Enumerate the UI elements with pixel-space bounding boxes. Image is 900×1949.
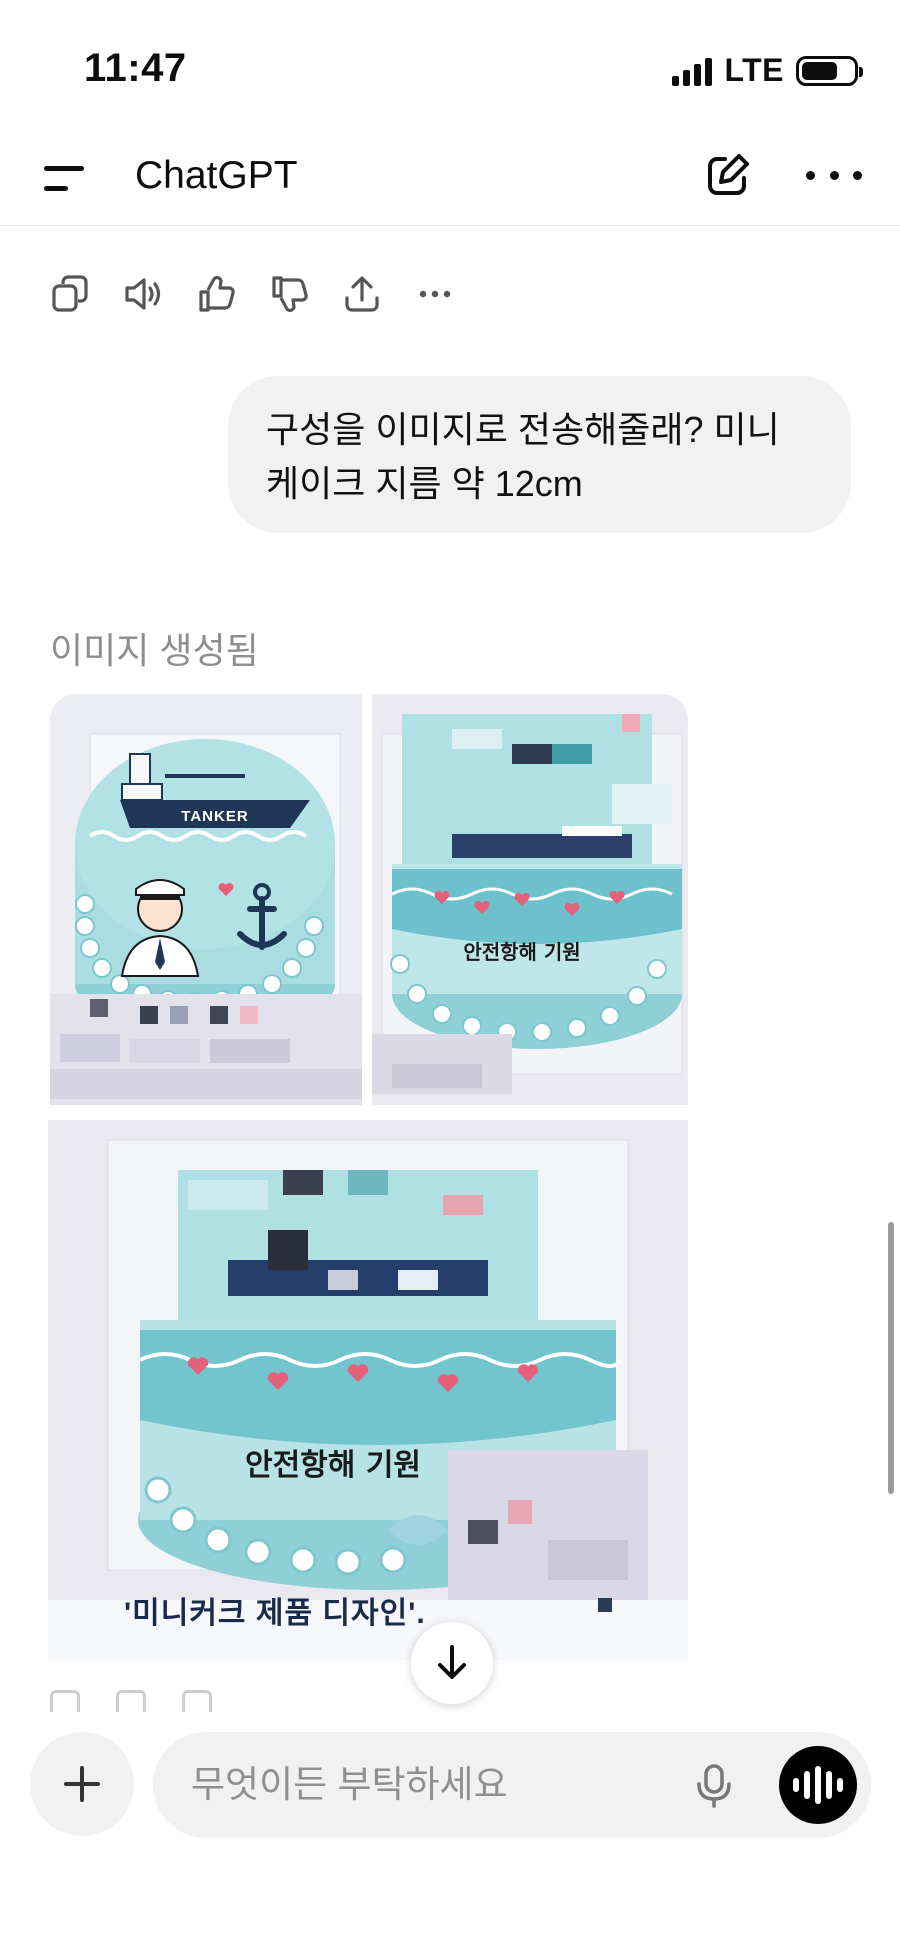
cake-topper-text: TANKER — [181, 808, 248, 825]
battery-icon — [796, 55, 863, 86]
cake-message-small: 안전항해 기원 — [463, 940, 580, 964]
battery-level — [802, 61, 837, 80]
app-title: ChatGPT — [135, 154, 298, 197]
app-header: ChatGPT — [0, 130, 900, 226]
user-message-text: 구성을 이미지로 전송해줄래? 미니 케이크 지름 약 12cm — [266, 409, 780, 504]
caption-mark — [598, 1598, 612, 1612]
copy-icon[interactable] — [50, 274, 90, 314]
microphone-icon[interactable] — [689, 1760, 739, 1810]
voice-mode-button[interactable] — [779, 1746, 857, 1824]
plus-icon — [64, 1766, 100, 1802]
arrow-down-icon — [438, 1645, 466, 1679]
network-label: LTE — [724, 52, 784, 88]
cake-message-large: 안전항해 기원 — [245, 1448, 421, 1483]
status-indicators: LTE — [672, 52, 863, 89]
more-icon[interactable] — [415, 274, 455, 314]
add-attachment-button[interactable] — [30, 1732, 134, 1836]
menu-icon[interactable] — [44, 158, 90, 198]
composer — [0, 1712, 900, 1949]
share-icon[interactable] — [342, 274, 382, 314]
user-message-bubble: 구성을 이미지로 전송해줄래? 미니 케이크 지름 약 12cm — [228, 376, 851, 533]
status-bar: 11:47 LTE — [0, 0, 900, 130]
image-caption: '미니커크 제품 디자인'. — [124, 1597, 426, 1630]
image-generated-label: 이미지 생성됨 — [50, 630, 259, 671]
generated-image-3[interactable]: 안전항해 기원 — [48, 1120, 688, 1660]
chat-screen: 11:47 LTE ChatGPT 구성을 이미지로 전송해줄래? 미니 케이크… — [0, 0, 900, 1949]
new-chat-icon[interactable] — [703, 150, 753, 200]
status-time: 11:47 — [84, 46, 187, 90]
thumbs-down-icon[interactable] — [269, 274, 309, 314]
scroll-to-bottom-button[interactable] — [411, 1622, 493, 1704]
speaker-icon[interactable] — [123, 274, 163, 314]
signal-icon — [672, 56, 713, 86]
generated-image-2[interactable]: 안전항해 기원 — [372, 694, 688, 1105]
message-input[interactable] — [191, 1756, 671, 1814]
more-icon[interactable] — [806, 150, 862, 200]
generated-image-1[interactable]: TANKER — [50, 694, 362, 1105]
response-actions — [50, 274, 455, 314]
message-input-container — [153, 1732, 871, 1838]
scrollbar[interactable] — [888, 1222, 894, 1494]
thumbs-up-icon[interactable] — [196, 274, 236, 314]
